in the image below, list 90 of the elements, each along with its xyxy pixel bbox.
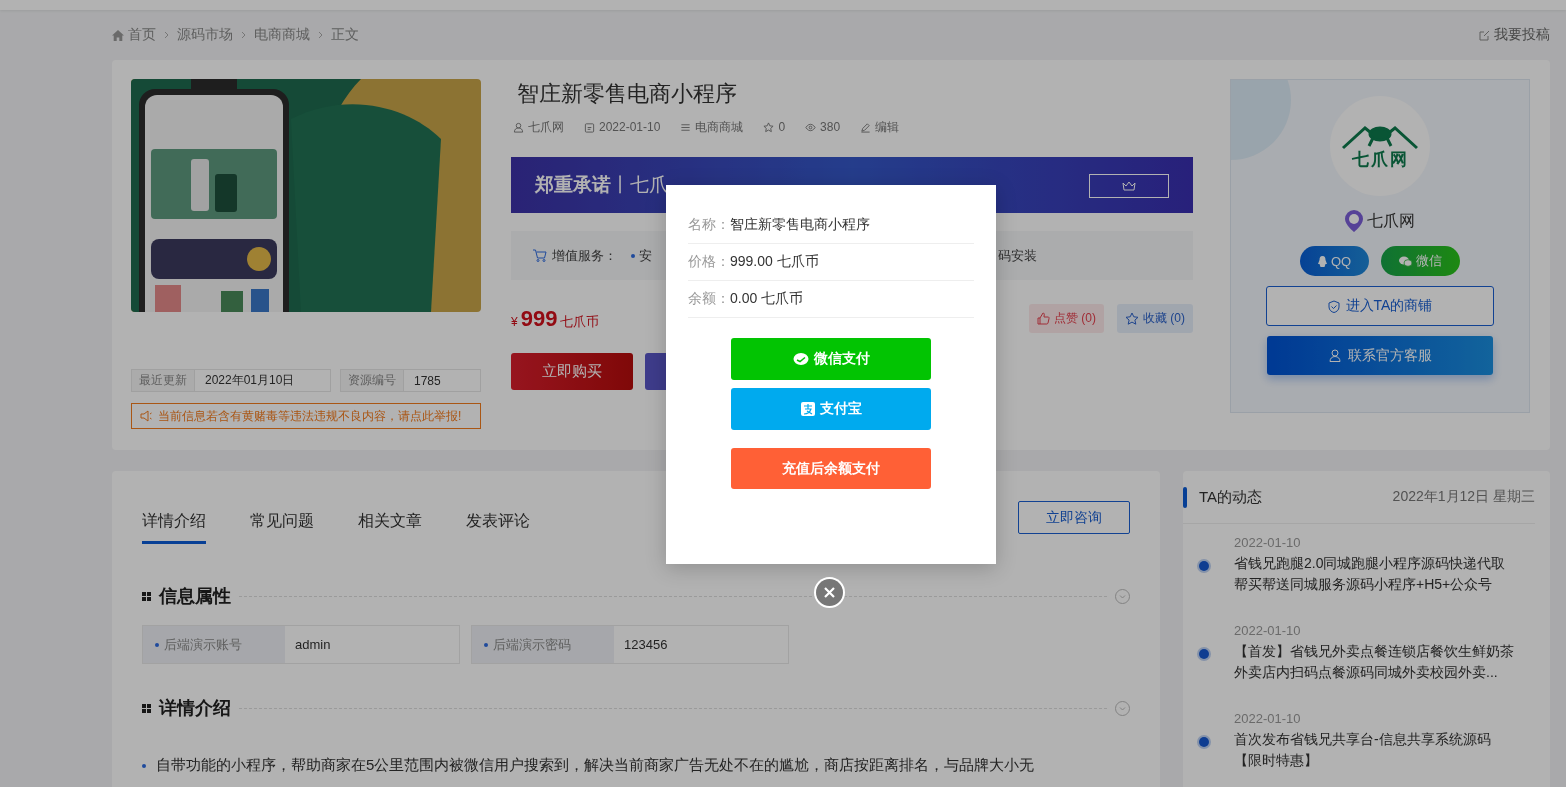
grid-icon: [142, 703, 151, 713]
close-button[interactable]: [816, 579, 843, 606]
row-value: 999.00 七爪币: [730, 253, 819, 271]
favorite-button[interactable]: 收藏 (0): [1117, 304, 1193, 333]
consult-button[interactable]: 立即咨询: [1018, 501, 1130, 534]
activity-link[interactable]: 省钱兄跑腿2.0同城跑腿小程序源码快递代取帮买帮送同城服务源码小程序+H5+公众号: [1234, 553, 1514, 595]
customer-service-button[interactable]: 联系官方客服: [1267, 336, 1493, 375]
service-text: 安: [639, 246, 652, 265]
row-label: 名称：: [688, 216, 730, 234]
row-label: 余额：: [688, 290, 730, 308]
activity-link[interactable]: 首次发布省钱兄共享台-信息共享系统源码【限时特惠】: [1234, 729, 1514, 771]
alipay-icon: [800, 402, 815, 416]
seller-name: 七爪网: [1367, 210, 1415, 231]
chat-bubbles-icon: [1399, 255, 1413, 267]
timeline-dot-icon: [1199, 737, 1209, 747]
row-value: 智庄新零售电商小程序: [730, 216, 870, 234]
service-text: 码安装: [998, 246, 1037, 265]
balance-pay-button[interactable]: 充值后余额支付: [731, 448, 931, 489]
timeline-dot-icon: [1199, 561, 1209, 571]
activity-link[interactable]: 【首发】省钱兄外卖点餐连锁店餐饮生鲜奶茶外卖店内扫码点餐源码同城外卖校园外卖...: [1234, 641, 1514, 683]
meta-text: 0: [778, 120, 786, 134]
current-date: 2022年1月12日 星期三: [1392, 488, 1535, 506]
info-field: 最近更新 2022年01月10日: [131, 369, 331, 392]
collapse-icon[interactable]: [1115, 588, 1130, 604]
buy-button[interactable]: 立即购买: [511, 353, 633, 390]
cart-icon: [533, 249, 547, 262]
alipay-button[interactable]: 支付宝: [731, 388, 931, 430]
meta-text: 2022-01-10: [599, 120, 661, 134]
tab[interactable]: 相关文章: [358, 501, 422, 544]
list-icon: [680, 121, 692, 133]
attribute-field: 后端演示密码 123456: [471, 625, 789, 664]
meta-text: 380: [820, 120, 841, 134]
meta-text: 编辑: [875, 118, 900, 136]
activity-date: 2022-01-10: [1234, 711, 1302, 726]
row-label: 价格：: [688, 253, 730, 271]
shield-icon: [1327, 299, 1340, 313]
services-label: 增值服务：: [552, 246, 617, 265]
chat-bubble-icon: [792, 352, 809, 366]
home-icon: [112, 29, 124, 41]
eye-icon: [805, 121, 817, 133]
pencil-icon: [860, 121, 872, 133]
section-title: 详情介绍: [159, 697, 231, 720]
report-notice[interactable]: 当前信息若含有黄赌毒等违法违规不良内容，请点此举报!: [131, 403, 481, 429]
meta-text: 电商商城: [695, 118, 744, 136]
chevron-icon: [164, 31, 169, 39]
shop-button[interactable]: 进入TA的商铺: [1266, 286, 1494, 326]
grid-icon: [142, 591, 151, 601]
activity-date: 2022-01-10: [1234, 535, 1302, 550]
meta-text: 七爪网: [528, 118, 564, 136]
bullet-icon: [142, 763, 146, 768]
intro-paragraph: 自带功能的小程序，帮助商家在5公里范围内被微信用户搜索到，解决当前商家广告无处不在的尴尬，商店按距离排名，与品牌大小无: [156, 756, 1035, 775]
row-value: 0.00 七爪币: [730, 290, 804, 308]
star-icon: [1125, 312, 1139, 325]
section-title: 信息属性: [159, 585, 231, 608]
chevron-icon: [241, 31, 246, 39]
user-icon: [1328, 349, 1342, 362]
bullet-icon: [631, 253, 635, 258]
like-button[interactable]: 点赞 (0): [1029, 304, 1104, 333]
breadcrumb-link[interactable]: 正文: [331, 26, 359, 44]
wechat-button[interactable]: 微信: [1381, 246, 1461, 276]
info-field: 资源编号 1785: [340, 369, 481, 392]
edit-icon: [1479, 29, 1490, 41]
location-pin-icon: [1345, 210, 1363, 232]
star-icon: [763, 121, 775, 133]
user-icon: [513, 121, 524, 133]
activity-title: TA的动态: [1199, 487, 1263, 507]
activity-date: 2022-01-10: [1234, 623, 1302, 638]
penguin-icon: [1317, 255, 1327, 267]
close-icon: [824, 587, 835, 598]
attribute-field: 后端演示账号 admin: [142, 625, 460, 664]
tab[interactable]: 发表评论: [466, 501, 530, 544]
breadcrumb-link[interactable]: 源码市场: [177, 26, 233, 44]
timeline-dot-icon: [1199, 649, 1209, 659]
wechat-pay-button[interactable]: 微信支付: [731, 338, 931, 380]
banner-text: 郑重承诺 丨七爪: [535, 173, 668, 197]
chevron-icon: [318, 31, 323, 39]
breadcrumb-link[interactable]: 首页: [128, 26, 156, 44]
tab[interactable]: 详情介绍: [142, 501, 206, 544]
qq-button[interactable]: QQ: [1299, 246, 1370, 276]
speaker-icon: [140, 410, 152, 422]
thumbs-up-icon: [1037, 312, 1050, 325]
price: ¥999 七爪币: [511, 305, 600, 332]
seller-logo: 七爪网: [1330, 96, 1430, 196]
calendar-icon: [584, 121, 595, 133]
collapse-icon[interactable]: [1115, 700, 1130, 716]
breadcrumb-link[interactable]: 电商商城: [254, 26, 310, 44]
contribute-link[interactable]: 我要投稿: [1479, 26, 1550, 44]
product-title: 智庄新零售电商小程序: [517, 80, 738, 108]
tab[interactable]: 常见问题: [250, 501, 314, 544]
crown-icon: [1089, 174, 1169, 198]
